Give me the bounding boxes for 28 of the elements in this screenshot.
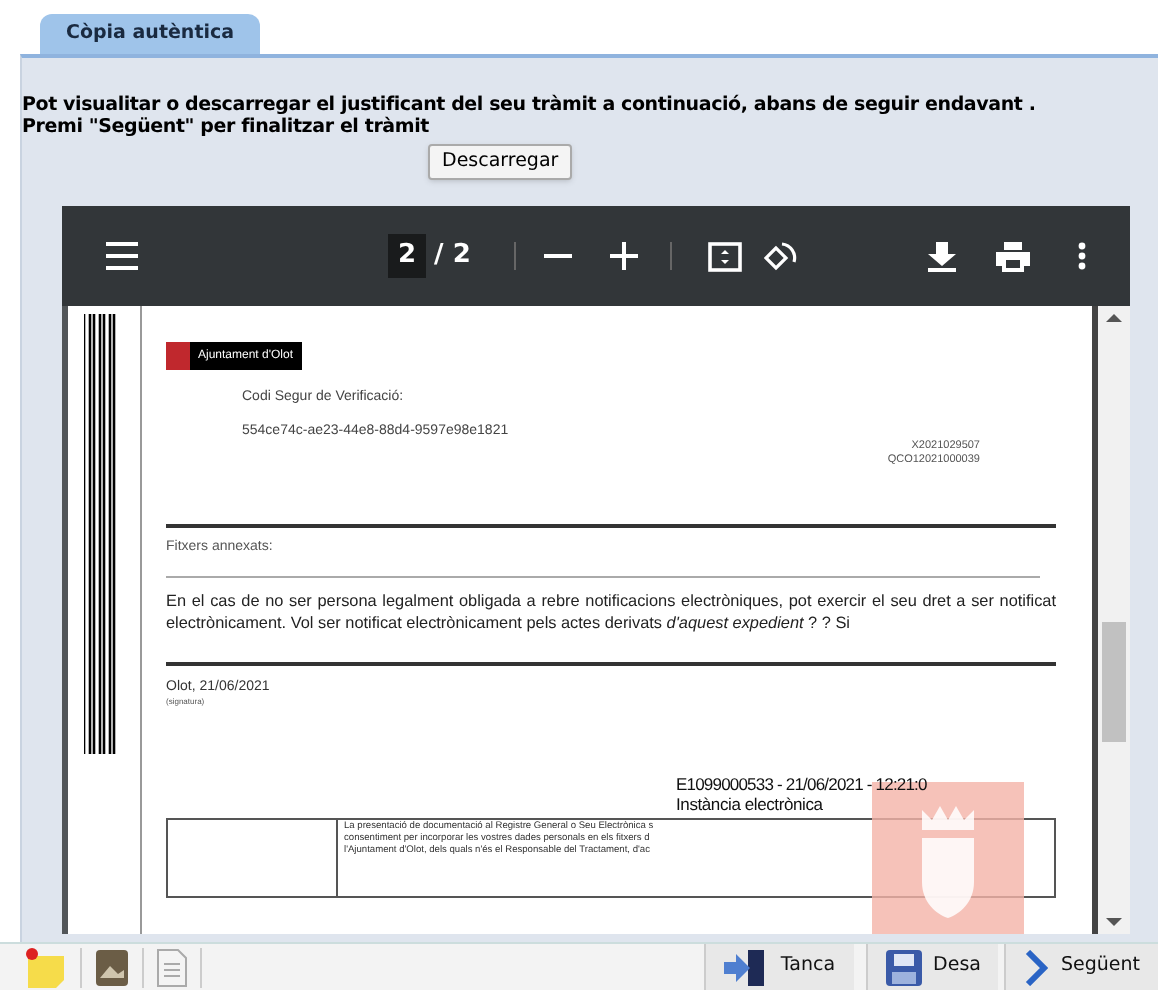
instruction-text: Premi "Següent" per finalitzar el tràmit [22,116,429,138]
download-icon[interactable] [928,241,956,271]
zoom-in-icon[interactable] [610,242,639,270]
close-button[interactable]: Tanca [704,944,854,990]
next-button[interactable]: Següent [1004,944,1158,990]
scroll-up-icon[interactable] [1106,314,1122,322]
scroll-thumb[interactable] [1102,622,1126,742]
registry-entry: E1099000533 - 21/06/2021 - 12:21:0 [676,774,929,794]
instruction-text: Pot visualitar o descarregar el justificant del seu tràmit a continuació, abans de seguir endavant . [22,94,1038,116]
page-number-field[interactable]: 2 [388,234,427,278]
scroll-down-icon[interactable] [1106,918,1122,926]
tab[interactable]: Còpia autèntica [40,14,261,54]
more-options-icon[interactable] [1078,242,1086,270]
sticky-note-icon[interactable] [24,947,68,987]
logo-mark-icon [166,342,190,370]
rotate-icon[interactable] [764,239,799,273]
image-icon[interactable] [94,947,130,987]
scrollbar[interactable] [1098,306,1130,934]
menu-icon[interactable] [106,242,138,270]
save-button[interactable]: Desa [865,944,999,990]
notice-text: En el cas de no ser persona legalment obligada a rebre notificacions electròniques, pot exercir el seu dret a ser notificat electrònicament. Vol ser notificat electrònicament pels actes derivats d'aquest expedient ? ? Si [166,590,1056,634]
exit-door-icon [724,949,769,985]
print-icon[interactable] [996,241,1030,271]
fit-page-icon[interactable] [708,241,743,271]
chevron-right-icon [1024,949,1049,985]
page-count: / 2 [434,238,471,275]
registry-type: Instància electrònica [676,794,825,814]
download-button[interactable]: Descarregar [428,144,573,180]
